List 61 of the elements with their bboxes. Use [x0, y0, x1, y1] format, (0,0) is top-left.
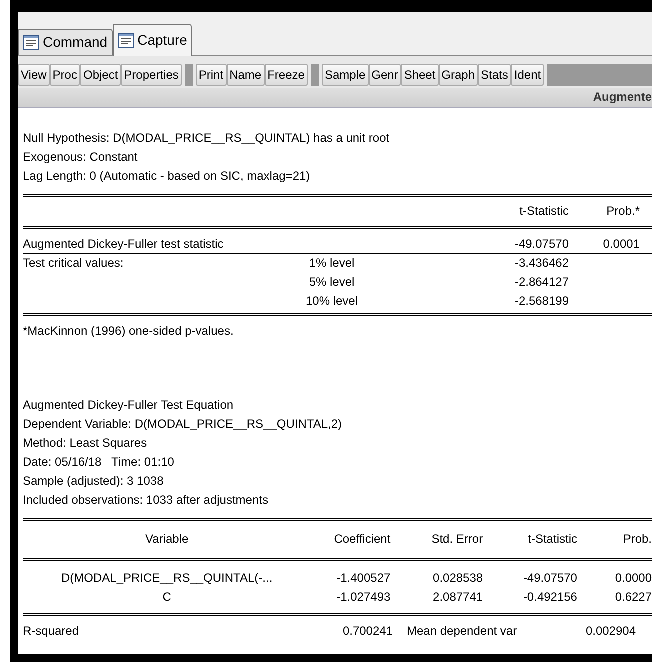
table-cell: -1.027493	[336, 590, 391, 604]
output-line: Method: Least Squares	[23, 435, 148, 452]
row-label: Augmented Dickey-Fuller test statistic	[23, 237, 224, 251]
row-label: R-squared	[23, 624, 80, 638]
toolbar-button[interactable]: Properties	[121, 64, 182, 86]
tab[interactable]: Command	[18, 29, 113, 55]
footnote: *MacKinnon (1996) one-sided p-values.	[23, 324, 234, 338]
row-label: Mean dependent var	[407, 624, 518, 638]
table-cell: -1.400527	[336, 571, 391, 585]
output-title-bar: Augmente	[18, 88, 652, 108]
variable-name: D(MODAL_PRICE__RS__QUINTAL(-...	[62, 571, 273, 585]
toolbar-button[interactable]: Sample	[322, 64, 369, 86]
toolbar-button[interactable]: Proc	[50, 64, 80, 86]
table-cell: -2.864127	[514, 275, 569, 289]
table-cell: -0.492156	[523, 590, 578, 604]
output-line: Dependent Variable: D(MODAL_PRICE__RS__QUINTAL,2)	[23, 416, 342, 433]
column-header: t-Statistic	[518, 203, 569, 220]
toolbar-button[interactable]: Sheet	[401, 64, 439, 86]
toolbar-separator	[310, 64, 319, 86]
column-header: Prob.	[623, 532, 652, 546]
toolbar-button[interactable]: Genr	[368, 64, 402, 86]
level-label: 1% level	[309, 256, 355, 270]
output-line: Exogenous: Constant	[23, 149, 138, 166]
tab[interactable]: Capture	[112, 24, 192, 56]
table-cell: 0.002904	[586, 624, 636, 638]
output-line: Date: 05/16/18 Time: 01:10	[23, 454, 174, 471]
table-cell: 0.0000	[615, 571, 652, 585]
table-cell: 0.0001	[603, 237, 640, 251]
variable-name: C	[162, 590, 172, 604]
table-cell: 2.087741	[433, 590, 484, 604]
output-line: Included observations: 1033 after adjustments	[23, 492, 268, 509]
toolbar-button[interactable]: View	[18, 64, 50, 86]
toolbar-button[interactable]: Stats	[478, 64, 512, 86]
column-header: Prob.*	[606, 203, 640, 220]
level-label: 10% level	[306, 294, 358, 308]
toolbar-button[interactable]: Freeze	[264, 64, 308, 86]
toolbar-button[interactable]: Name	[226, 64, 265, 86]
table-cell: 0.028538	[433, 571, 484, 585]
column-header: t-Statistic	[528, 532, 578, 546]
toolbar-button[interactable]: Object	[80, 64, 122, 86]
output-line: Augmented Dickey-Fuller Test Equation	[23, 397, 234, 414]
toolbar-separator	[184, 64, 193, 86]
output-line: Null Hypothesis: D(MODAL_PRICE__RS__QUINTAL) has a unit root	[23, 130, 390, 147]
toolbar-button[interactable]: Print	[196, 64, 227, 86]
table-cell: -3.436462	[514, 256, 569, 270]
row-label: Test critical values:	[23, 256, 124, 270]
document-icon	[118, 33, 134, 48]
table-cell: -49.07570	[514, 237, 569, 251]
table-cell: -49.07570	[523, 571, 578, 585]
toolbar-button[interactable]: Ident	[511, 64, 544, 86]
toolbar-button[interactable]: Graph	[438, 64, 478, 86]
table-cell: 0.700241	[342, 624, 393, 638]
output-line: Lag Length: 0 (Automatic - based on SIC, maxlag=21)	[23, 168, 310, 185]
column-header: Variable	[146, 532, 189, 546]
column-header: Coefficient	[334, 532, 391, 546]
level-label: 5% level	[309, 275, 355, 289]
column-header: Std. Error	[432, 532, 484, 546]
output-line: Sample (adjusted): 3 1038	[23, 473, 164, 490]
document-icon	[23, 35, 39, 50]
table-cell: 0.6227	[615, 590, 652, 604]
table-cell: -2.568199	[514, 294, 569, 308]
